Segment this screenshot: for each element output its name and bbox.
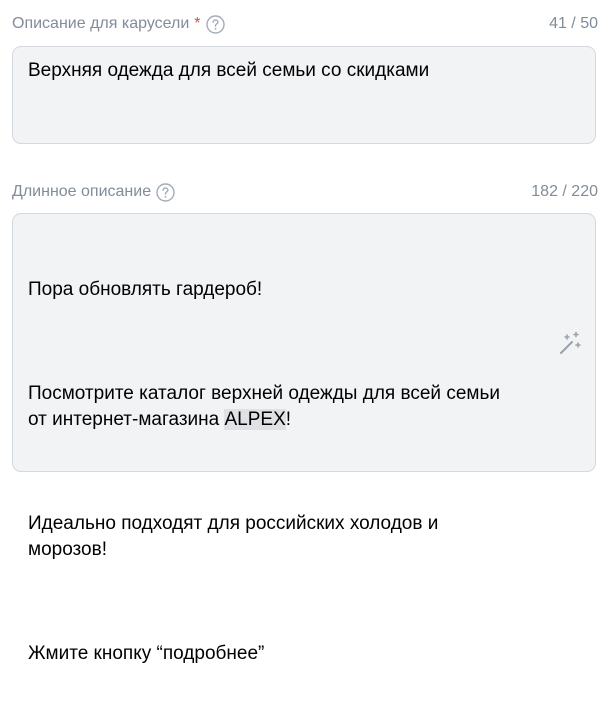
carousel-description-header: Описание для карусели * 41 / 50: [12, 12, 598, 36]
question-circle-icon[interactable]: [205, 14, 225, 34]
carousel-description-label-group: Описание для карусели *: [12, 12, 225, 36]
required-asterisk: *: [194, 15, 201, 32]
magic-wand-icon[interactable]: [559, 331, 583, 355]
long-description-counter: 182 / 220: [531, 183, 598, 200]
carousel-description-label: Описание для карусели: [12, 15, 190, 32]
long-description-label: Длинное описание: [12, 183, 152, 200]
carousel-description-value[interactable]: Верхняя одежда для всей семьи со скидкам…: [28, 58, 548, 84]
long-description-label-group: Длинное описание: [12, 180, 175, 204]
long-description-paragraph: Жмите кнопку “подробнее”: [28, 643, 265, 664]
paragraph-text: !: [285, 409, 292, 430]
highlighted-brand: ALPEX: [224, 409, 286, 430]
carousel-description-field[interactable]: Верхняя одежда для всей семьи со скидкам…: [12, 46, 596, 144]
long-description-field[interactable]: Пора обновлять гардероб! Посмотрите ката…: [12, 213, 596, 664]
long-description-paragraph: Посмотрите каталог верхней одежды для вс…: [28, 381, 548, 433]
long-description-header: Длинное описание 182 / 220: [12, 180, 598, 204]
carousel-description-counter: 41 / 50: [549, 15, 598, 32]
long-description-paragraph: Идеально подходят для российских холодов…: [28, 513, 439, 560]
long-description-value[interactable]: Пора обновлять гардероб! Посмотрите ката…: [28, 225, 548, 719]
question-circle-icon[interactable]: [156, 182, 175, 202]
long-description-paragraph: Пора обновлять гардероб!: [28, 279, 263, 300]
